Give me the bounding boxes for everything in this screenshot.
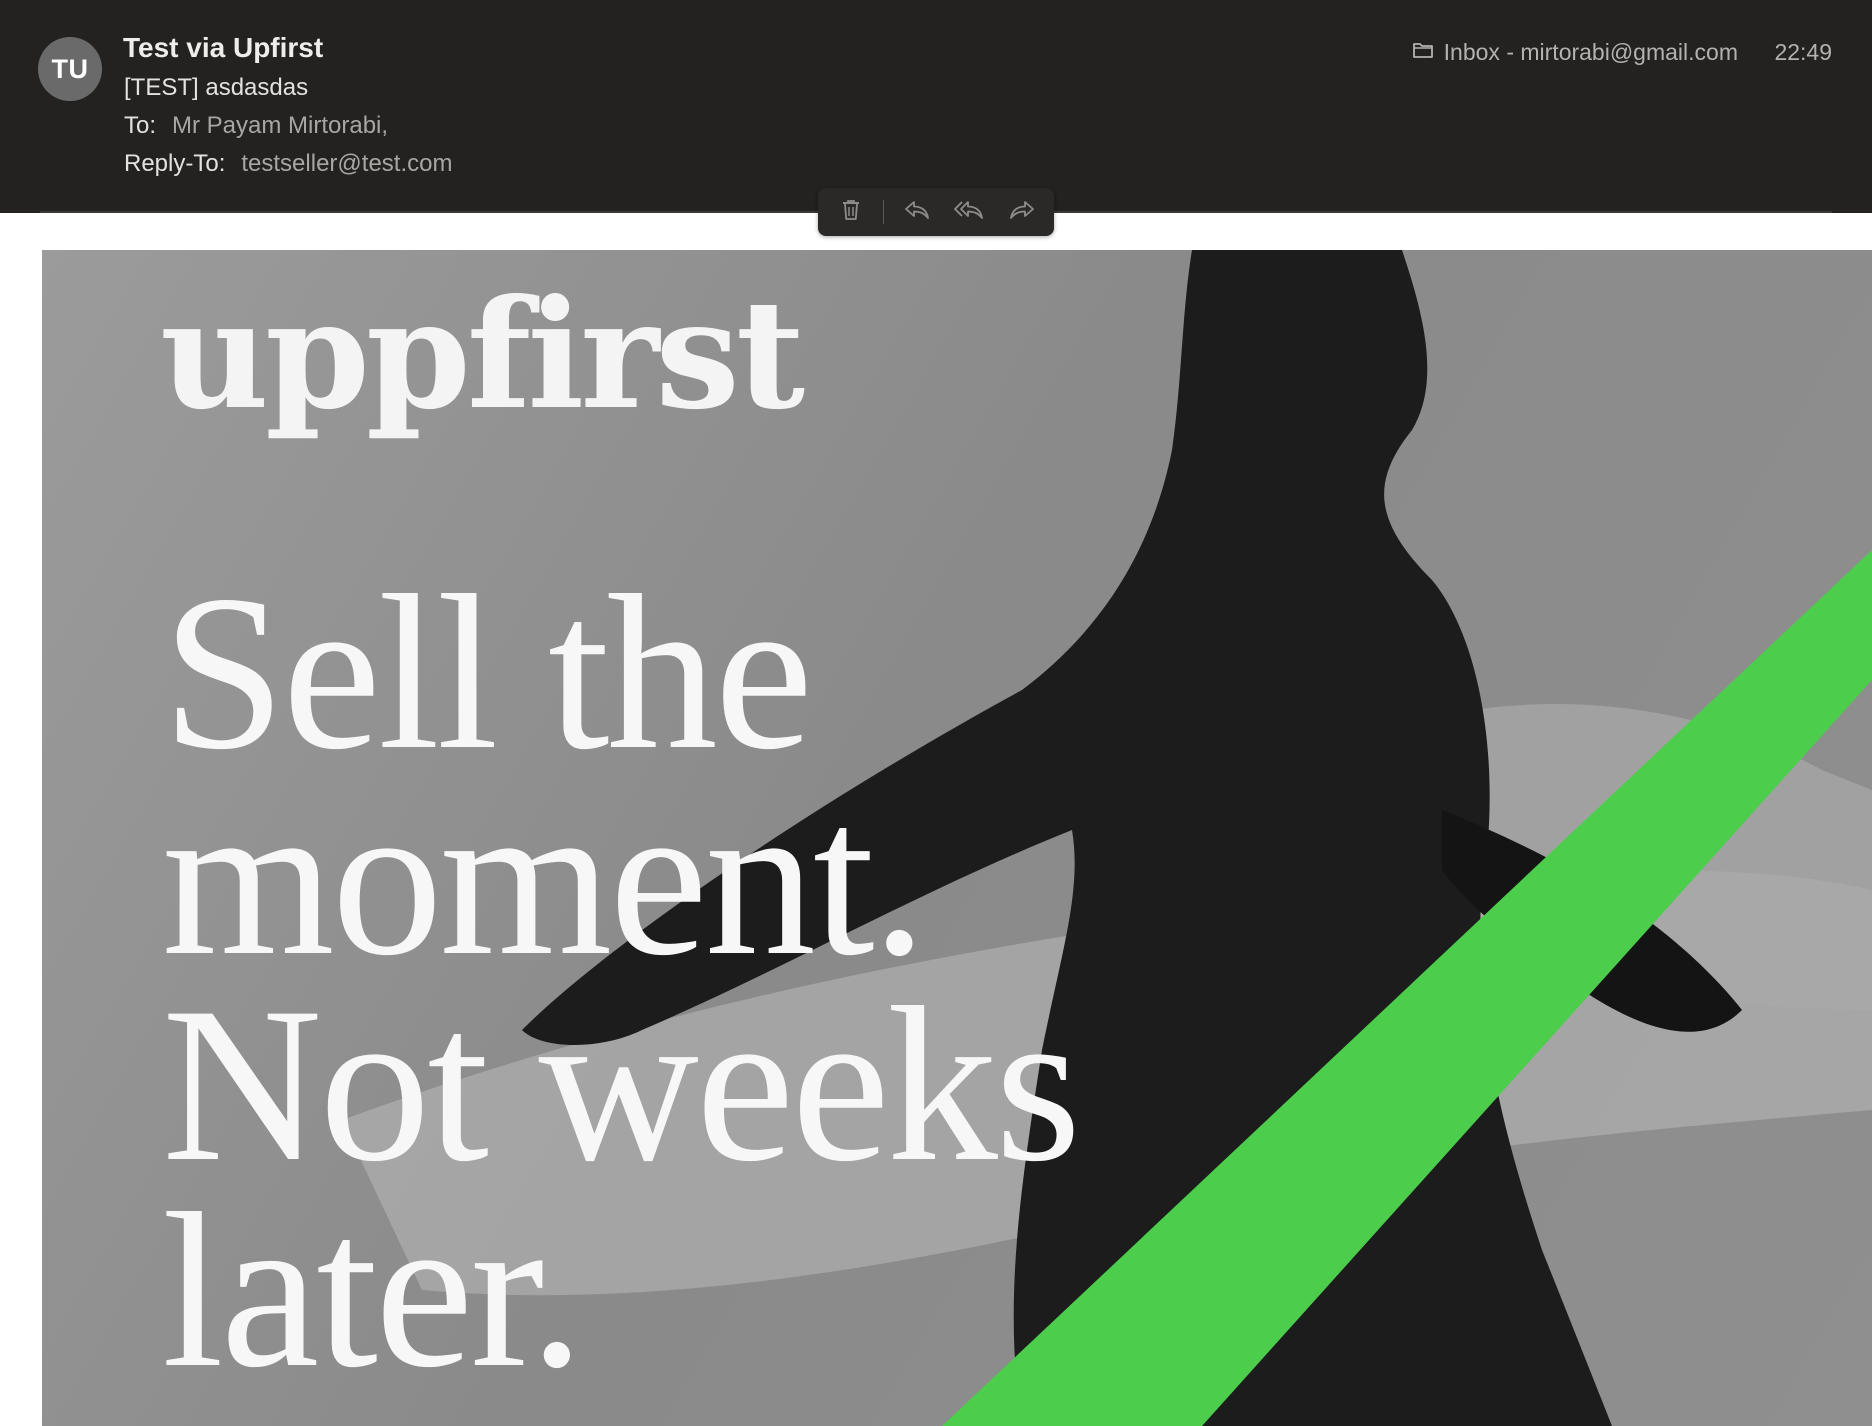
headline-line-3: Not weeks — [162, 962, 1081, 1208]
sender-name[interactable]: Test via Upfirst — [123, 32, 323, 64]
trash-icon — [840, 198, 862, 227]
forward-button[interactable] — [1002, 192, 1042, 232]
to-label: To: — [124, 112, 157, 139]
to-row: To: Mr Payam Mirtorabi, — [124, 112, 388, 140]
mail-window: TU Test via Upfirst [TEST] asdasdas To: … — [0, 0, 1872, 1426]
reply-button[interactable] — [897, 192, 937, 232]
mailbox-label: Inbox - mirtorabi@gmail.com — [1443, 39, 1738, 65]
reply-to-label: Reply-To: — [124, 150, 226, 177]
upfirst-logo[interactable]: uppfirst — [160, 280, 805, 430]
reply-to-address[interactable]: testseller@test.com — [241, 150, 452, 178]
reply-all-button[interactable] — [949, 192, 989, 232]
reply-all-icon — [953, 199, 985, 226]
reply-to-row: Reply-To: testseller@test.com — [124, 150, 452, 178]
delete-button[interactable] — [831, 192, 871, 232]
folder-icon — [1412, 39, 1434, 66]
mailbox-indicator[interactable]: Inbox - mirtorabi@gmail.com — [1412, 39, 1738, 66]
toolbar-separator — [883, 200, 884, 224]
headline-line-1: Sell the — [162, 550, 813, 796]
message-header: TU Test via Upfirst [TEST] asdasdas To: … — [0, 0, 1872, 213]
hero-headline: Sell the moment. Not weeks later. — [162, 550, 1081, 1414]
reply-icon — [903, 199, 931, 226]
forward-icon — [1008, 199, 1036, 226]
to-recipient[interactable]: Mr Payam Mirtorabi, — [172, 112, 388, 140]
email-hero-image: uppfirst Sell the moment. Not weeks late… — [42, 250, 1872, 1426]
message-subject: [TEST] asdasdas — [124, 74, 309, 101]
sender-avatar: TU — [38, 37, 102, 101]
message-actions-toolbar — [818, 188, 1054, 236]
headline-line-2: moment. — [162, 756, 927, 1002]
headline-line-4: later. — [162, 1168, 585, 1414]
received-time: 22:49 — [1774, 39, 1832, 65]
